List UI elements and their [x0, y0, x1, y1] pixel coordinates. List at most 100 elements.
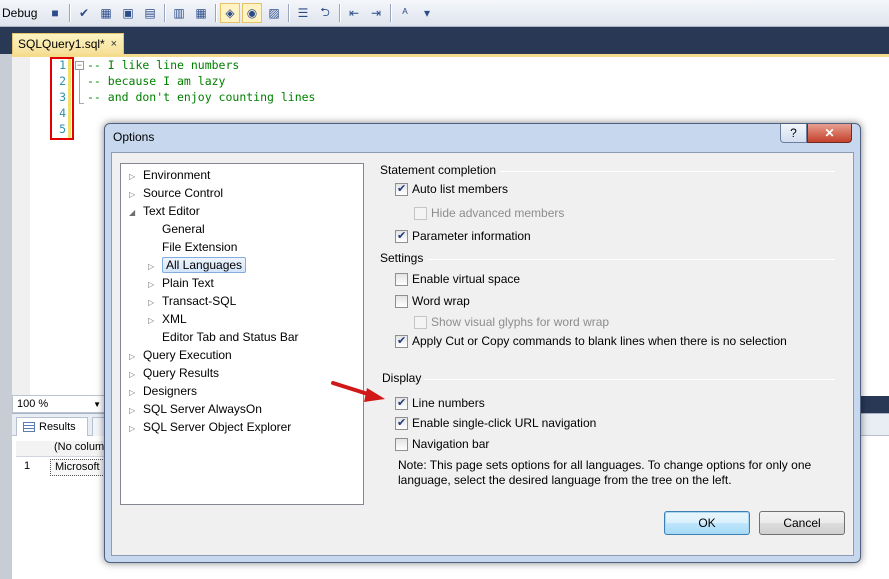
- tree-item[interactable]: ▷ SQL Server AlwaysOn: [129, 400, 262, 418]
- tree-item-label: SQL Server Object Explorer: [143, 420, 292, 434]
- zoom-dropdown[interactable]: 100 % ▼: [12, 395, 107, 413]
- section-title-settings: Settings: [380, 251, 424, 265]
- query-designer-icon[interactable]: ▣: [118, 3, 138, 23]
- expanded-arrow-icon[interactable]: ◢: [129, 204, 143, 222]
- tree-item[interactable]: ▷ XML: [148, 310, 187, 328]
- code-text: -- I like line numbers -- because I am la…: [78, 57, 315, 105]
- tree-item[interactable]: ▷ Transact-SQL: [148, 292, 236, 310]
- close-tab-icon[interactable]: ×: [111, 38, 117, 50]
- checkbox-unchecked[interactable]: [395, 272, 408, 286]
- option-label: Apply Cut or Copy commands to blank line…: [412, 334, 787, 348]
- tree-item[interactable]: ▷ Query Results: [129, 364, 219, 382]
- tree-item-label: File Extension: [162, 240, 238, 254]
- comment-icon[interactable]: ☰: [293, 3, 313, 23]
- checkbox-unchecked[interactable]: [414, 206, 427, 220]
- options-dialog: Options ? ✕ ▷ Environment ▷ Source Control ◢…: [104, 123, 861, 563]
- solution-config-label[interactable]: Debug: [0, 6, 44, 20]
- ok-button[interactable]: OK: [664, 511, 750, 535]
- line-numbers-highlight-box: [50, 57, 74, 140]
- note-line: language, select the desired language fr…: [398, 473, 732, 487]
- toolbar-separator: [390, 4, 391, 22]
- parse-check-icon[interactable]: ✔: [74, 3, 94, 23]
- tree-item[interactable]: ▷ Plain Text: [148, 274, 214, 292]
- font-size-icon[interactable]: ᴬ: [395, 3, 415, 23]
- display-plan-icon[interactable]: ▦: [96, 3, 116, 23]
- tree-item[interactable]: ▷ Query Execution: [129, 346, 232, 364]
- checkbox-checked[interactable]: [395, 229, 408, 243]
- option-label: Hide advanced members: [431, 206, 565, 220]
- option-label: Parameter information: [412, 229, 531, 243]
- red-annotation-arrow-icon: [331, 381, 385, 402]
- editor-left-strip: [0, 54, 12, 579]
- row-number: 1: [24, 460, 31, 472]
- option-apply-cut-copy[interactable]: Apply Cut or Copy commands to blank line…: [395, 333, 787, 349]
- display-note: Note: This page sets options for all lan…: [398, 458, 838, 488]
- tree-item-label: General: [162, 222, 205, 236]
- stop-icon[interactable]: ■: [45, 3, 65, 23]
- editor-margin: [12, 57, 30, 397]
- code-line: -- because I am lazy: [87, 74, 226, 88]
- tree-item-label: XML: [162, 312, 187, 326]
- dialog-client: ▷ Environment ▷ Source Control ◢ Text Editor G…: [111, 152, 854, 556]
- checkbox-checked[interactable]: [395, 396, 408, 410]
- section-divider: [500, 171, 835, 172]
- options-tree[interactable]: ▷ Environment ▷ Source Control ◢ Text Editor G…: [120, 163, 364, 505]
- option-show-visual-glyphs[interactable]: Show visual glyphs for word wrap: [414, 314, 609, 330]
- chevron-down-icon[interactable]: ▼: [93, 400, 101, 409]
- client-stats-icon[interactable]: ◉: [242, 3, 262, 23]
- option-auto-list-members[interactable]: Auto list members: [395, 181, 508, 197]
- tree-item[interactable]: File Extension: [148, 238, 237, 256]
- tree-item[interactable]: ▷ Environment: [129, 166, 210, 184]
- toolbar: Debug ■ ✔ ▦ ▣ ▤ ▥ ▦ ◈ ◉ ▨ ☰ ⮌ ⇤ ⇥ ᴬ ▾: [0, 0, 889, 27]
- tree-item[interactable]: General: [148, 220, 205, 238]
- increase-indent-icon[interactable]: ⇥: [366, 3, 386, 23]
- document-tab[interactable]: SQLQuery1.sql* ×: [12, 33, 124, 54]
- tree-item[interactable]: ▷ Source Control: [129, 184, 223, 202]
- results-to-grid-icon[interactable]: ▦: [191, 3, 211, 23]
- option-parameter-information[interactable]: Parameter information: [395, 228, 531, 244]
- grid-cell[interactable]: Microsoft: [50, 459, 105, 476]
- option-label: Word wrap: [412, 294, 470, 308]
- grid-column-header[interactable]: (No column name): [16, 441, 108, 457]
- tree-item[interactable]: ▷ Designers: [129, 382, 197, 400]
- checkbox-checked[interactable]: [395, 416, 408, 430]
- checkbox-checked[interactable]: [395, 334, 408, 348]
- option-word-wrap[interactable]: Word wrap: [395, 293, 470, 309]
- option-hide-advanced-members[interactable]: Hide advanced members: [414, 205, 564, 221]
- tab-results[interactable]: Results: [16, 417, 88, 436]
- document-tab-label: SQLQuery1.sql*: [18, 37, 105, 51]
- option-single-click-url[interactable]: Enable single-click URL navigation: [395, 415, 596, 431]
- results-to-text-icon[interactable]: ▥: [169, 3, 189, 23]
- checkbox-unchecked[interactable]: [395, 294, 408, 308]
- toolbar-separator: [69, 4, 70, 22]
- option-navigation-bar[interactable]: Navigation bar: [395, 436, 489, 452]
- section-divider: [428, 259, 835, 260]
- tree-item-label: Plain Text: [162, 276, 214, 290]
- grid-icon: [23, 422, 35, 432]
- option-label: Auto list members: [412, 182, 509, 196]
- tree-item[interactable]: ◢ Text Editor: [129, 202, 200, 220]
- checkbox-unchecked[interactable]: [414, 315, 427, 329]
- specify-values-icon[interactable]: ▤: [140, 3, 160, 23]
- toolbar-overflow-icon[interactable]: ▾: [417, 3, 437, 23]
- cancel-button[interactable]: Cancel: [759, 511, 845, 535]
- tree-item-label: Source Control: [143, 186, 224, 200]
- collapsed-arrow-icon[interactable]: ▷: [129, 420, 143, 438]
- checkbox-unchecked[interactable]: [395, 437, 408, 451]
- decrease-indent-icon[interactable]: ⇤: [344, 3, 364, 23]
- uncomment-icon[interactable]: ⮌: [315, 3, 335, 23]
- tree-item-label: SQL Server AlwaysOn: [143, 402, 262, 416]
- tree-item-label: All Languages: [162, 257, 247, 273]
- tree-item[interactable]: ▷ All Languages: [148, 256, 247, 274]
- help-button[interactable]: ?: [780, 124, 807, 143]
- table-row[interactable]: 1 Microsoft: [16, 459, 108, 476]
- option-enable-virtual-space[interactable]: Enable virtual space: [395, 271, 520, 287]
- tree-item-label: Designers: [143, 384, 198, 398]
- include-plan-icon[interactable]: ◈: [220, 3, 240, 23]
- checkbox-checked[interactable]: [395, 182, 408, 196]
- close-button[interactable]: ✕: [807, 124, 852, 143]
- tree-item[interactable]: ▷ SQL Server Object Explorer: [129, 418, 291, 436]
- results-to-file-icon[interactable]: ▨: [264, 3, 284, 23]
- tree-item[interactable]: Editor Tab and Status Bar: [148, 328, 299, 346]
- option-line-numbers[interactable]: Line numbers: [395, 395, 485, 411]
